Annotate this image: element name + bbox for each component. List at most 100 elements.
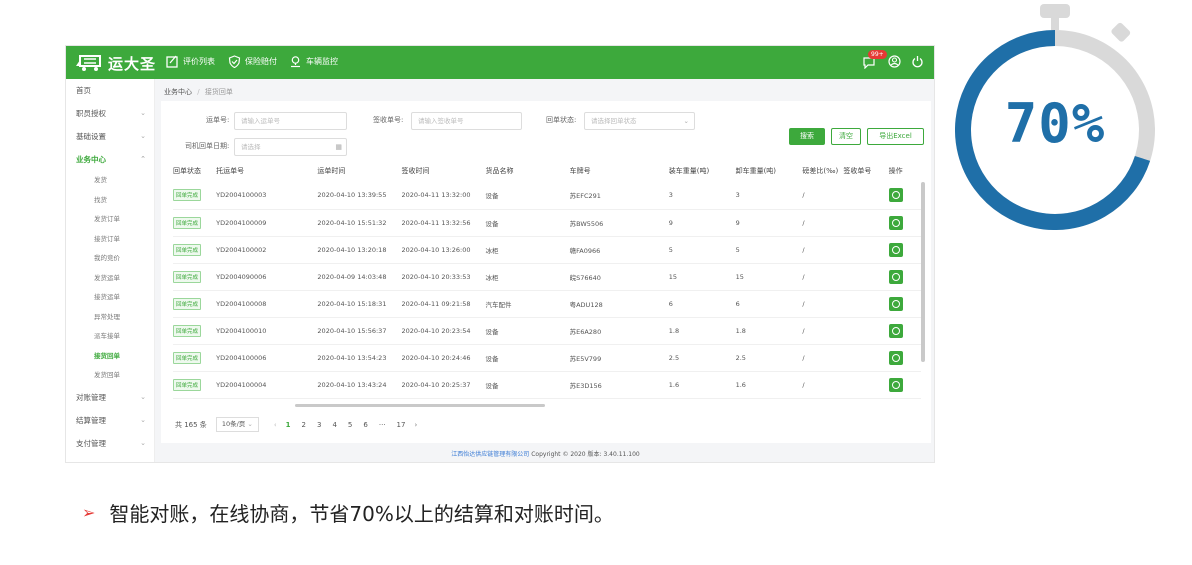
action-cell — [888, 371, 921, 399]
page-number[interactable]: 3 — [317, 421, 321, 429]
view-detail-icon[interactable] — [888, 350, 903, 365]
sidebar: 首页 职员授权 ⌄ 基础设置 ⌄ 业务中心 ⌃ 发货 找货 发货订单 接货订单 我的竞价 发货运单 接货… — [66, 79, 155, 463]
table-row: 回单完成 YD2004100008 2020-04-10 15:18:31 2020-… — [173, 290, 921, 318]
action-cell — [888, 290, 921, 318]
message-button[interactable]: 99+ — [862, 50, 887, 70]
column-header: 回单状态 — [173, 167, 201, 175]
bullet-point: ➢ 智能对账，在线协商，节省70%以上的结算和对账时间。 — [82, 498, 614, 527]
sidebar-subitem[interactable]: 发货 — [66, 171, 154, 191]
page-number[interactable]: 5 — [348, 421, 352, 429]
sidebar-item-label: 基础设置 — [76, 132, 106, 141]
sidebar-item[interactable]: 支付管理 ⌄ — [66, 432, 154, 455]
sidebar-subitem[interactable]: 异常处理 — [66, 308, 154, 328]
table-cell: 皖S76640 — [569, 263, 669, 291]
page-number[interactable]: 17 — [397, 421, 406, 429]
view-detail-icon[interactable] — [888, 242, 903, 257]
sidebar-subitem[interactable]: 找货 — [66, 191, 154, 211]
table-row: 回单完成 YD2004090006 2020-04-09 14:03:48 2020-… — [173, 263, 921, 291]
sidebar-item-label: 职员授权 — [76, 109, 106, 118]
sidebar-subitem[interactable]: 接货回单 — [66, 347, 154, 367]
table-cell: 回单完成 — [173, 182, 217, 210]
page-size-select[interactable]: 10条/页 ⌄ — [215, 417, 259, 432]
page-number[interactable]: 4 — [332, 421, 336, 429]
chevron-down-icon: ⌄ — [140, 438, 146, 447]
sidebar-subitem[interactable]: 发货回单 — [66, 366, 154, 386]
status-tag: 回单完成 — [173, 216, 202, 229]
date-picker[interactable]: 请选择 ▦ — [234, 138, 347, 156]
table-cell: 设备 — [485, 344, 570, 372]
view-detail-icon[interactable] — [888, 377, 903, 392]
sidebar-item[interactable]: 基础设置 ⌄ — [66, 125, 154, 148]
sidebar-item[interactable]: 职员授权 ⌄ — [66, 102, 154, 125]
prev-page-button[interactable]: ‹ — [274, 421, 277, 429]
nav-review-list[interactable]: 评价列表 — [166, 55, 215, 68]
brand-name: 运大圣 — [108, 54, 157, 73]
table-cell: 苏E3D156 — [569, 371, 669, 399]
sidebar-subitem[interactable]: 接货运单 — [66, 288, 154, 308]
next-page-button[interactable]: › — [414, 421, 417, 429]
clear-button[interactable]: 清空 — [831, 128, 861, 145]
column-header: 磅差比(‰) — [802, 167, 839, 175]
page-number[interactable]: 2 — [302, 421, 306, 429]
horizontal-scrollbar[interactable] — [295, 404, 545, 407]
breadcrumb-root[interactable]: 业务中心 — [164, 88, 192, 96]
table-cell: / — [802, 344, 844, 372]
search-button[interactable]: 搜索 — [789, 128, 825, 145]
sidebar-subitem[interactable]: 发货订单 — [66, 210, 154, 230]
footer-company[interactable]: 江西怡达供应链管理有限公司 — [451, 451, 529, 458]
page-number[interactable]: ··· — [379, 421, 386, 429]
sidebar-item-label: 对账管理 — [76, 392, 106, 402]
status-select[interactable]: 请选择回单状态 ⌄ — [584, 112, 695, 130]
footer-copyright: Copyright © 2020 版本: 3.40.11.100 — [531, 451, 640, 458]
sidebar-item[interactable]: 发票税务 ⌄ — [66, 455, 154, 463]
power-icon[interactable] — [911, 55, 924, 68]
column-header: 签收时间 — [401, 167, 430, 175]
brand-logo[interactable]: 运大圣 — [74, 52, 156, 74]
sidebar-subitem[interactable]: 派车接单 — [66, 327, 154, 347]
sidebar-subitem[interactable]: 发货运单 — [66, 269, 154, 289]
column-header: 货品名称 — [485, 167, 514, 175]
table-cell — [843, 236, 889, 264]
table-cell: 5 — [668, 236, 736, 264]
user-icon[interactable] — [888, 54, 901, 68]
page-number[interactable]: 6 — [363, 421, 367, 429]
footer: 江西怡达供应链管理有限公司 Copyright © 2020 版本: 3.40.… — [155, 449, 934, 458]
location-pin-icon — [291, 56, 300, 68]
table-cell: 2020-04-10 15:18:31 — [317, 290, 402, 318]
view-detail-icon[interactable] — [888, 296, 903, 311]
action-cell — [888, 236, 921, 264]
export-excel-button[interactable]: 导出Excel — [867, 128, 924, 145]
nav-vehicle-monitor[interactable]: 车辆监控 — [289, 55, 338, 68]
table-cell: 回单完成 — [173, 263, 217, 291]
table-cell — [843, 209, 889, 237]
table-body: 回单完成 YD2004100003 2020-04-10 13:39:55 2020-… — [173, 182, 921, 399]
view-detail-icon[interactable] — [888, 269, 903, 284]
page-size-value: 10条/页 — [221, 420, 246, 428]
sidebar-item[interactable]: 业务中心 ⌃ — [66, 148, 154, 171]
status-tag: 回单完成 — [173, 378, 202, 391]
vertical-scrollbar[interactable] — [921, 182, 925, 362]
sign-no-input[interactable]: 请输入签收单号 — [411, 112, 522, 130]
view-detail-icon[interactable] — [888, 323, 903, 338]
table-cell: 2020-04-10 15:56:37 — [317, 317, 402, 345]
table-cell: YD2004090006 — [216, 263, 318, 291]
page-number[interactable]: 1 — [286, 421, 291, 429]
sidebar-item[interactable]: 结算管理 ⌄ — [66, 409, 154, 432]
waybill-input[interactable]: 请输入运单号 — [234, 112, 347, 130]
nav-insurance[interactable]: 保险赔付 — [228, 55, 277, 68]
sidebar-item[interactable]: 首页 — [66, 79, 154, 102]
table-cell: 1.8 — [735, 317, 803, 345]
sidebar-subitem[interactable]: 接货订单 — [66, 230, 154, 250]
status-tag: 回单完成 — [173, 351, 202, 364]
table-cell: 设备 — [485, 317, 570, 345]
table-cell: 2020-04-10 20:25:37 — [401, 371, 486, 399]
view-detail-icon[interactable] — [888, 188, 903, 203]
column-header: 操作 — [888, 167, 903, 175]
status-placeholder: 请选择回单状态 — [591, 117, 637, 125]
sidebar-item[interactable]: 对账管理 ⌄ — [66, 386, 154, 409]
view-detail-icon[interactable] — [888, 215, 903, 230]
table-cell: 赣FA0966 — [569, 236, 669, 264]
sidebar-subitem[interactable]: 我的竞价 — [66, 249, 154, 269]
table-cell: 2020-04-10 13:26:00 — [401, 236, 486, 264]
table-cell: 3 — [668, 182, 736, 210]
